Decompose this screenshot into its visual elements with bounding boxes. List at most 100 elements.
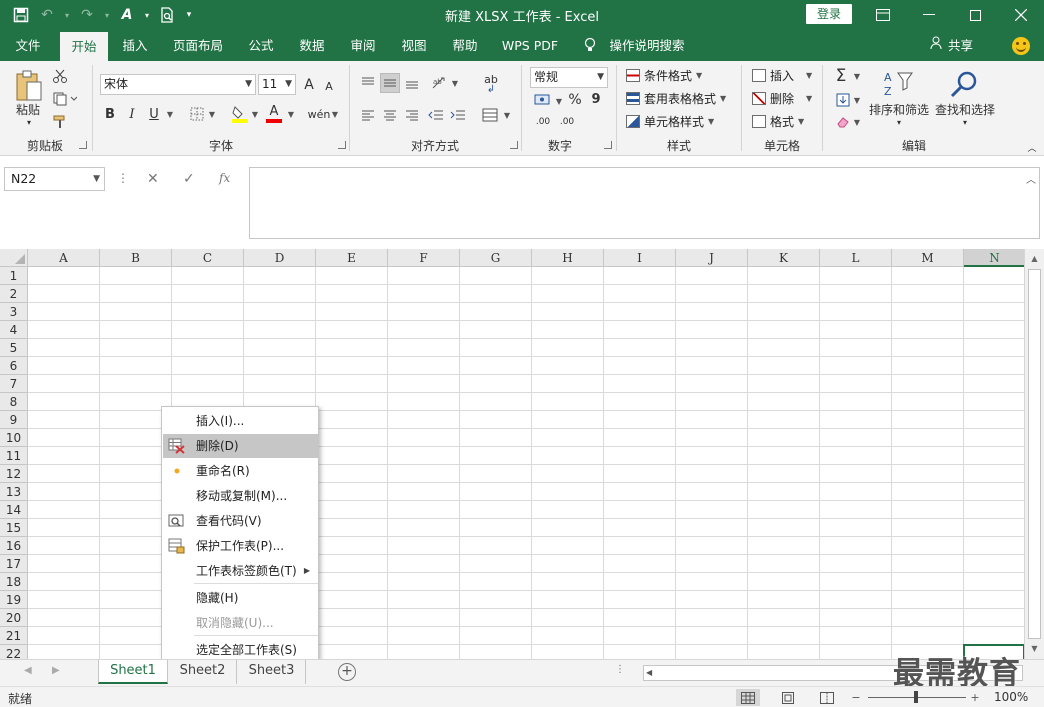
cell-styles-button[interactable]: 单元格样式 ▼: [626, 113, 714, 130]
sort-filter-icon[interactable]: AZ: [880, 67, 916, 101]
ribbon-display-options-icon[interactable]: [860, 0, 906, 30]
add-sheet-icon[interactable]: +: [338, 663, 356, 681]
comma-style-icon[interactable]: 9: [588, 91, 604, 107]
zoom-level[interactable]: 100%: [994, 690, 1028, 704]
tab-home[interactable]: 开始: [60, 32, 108, 61]
column-header-k[interactable]: K: [748, 249, 820, 267]
underline-button[interactable]: U: [145, 104, 163, 124]
tab-insert[interactable]: 插入: [114, 30, 156, 61]
scroll-up-icon[interactable]: ▲: [1025, 251, 1044, 267]
font-launcher-icon[interactable]: [338, 141, 346, 149]
sort-filter-label[interactable]: 排序和筛选: [866, 101, 932, 117]
row-header-18[interactable]: 18: [0, 573, 28, 591]
insert-cells-button[interactable]: 插入 ▼: [752, 67, 812, 84]
zoom-slider-thumb[interactable]: [914, 691, 918, 703]
tab-formulas[interactable]: 公式: [240, 30, 282, 61]
autosum-dropdown-icon[interactable]: ▼: [852, 70, 862, 82]
column-header-g[interactable]: G: [460, 249, 532, 267]
context-menu-item[interactable]: 查看代码(V): [163, 509, 318, 533]
font-color-icon[interactable]: A: [264, 103, 284, 125]
collapse-formula-bar-icon[interactable]: ︿: [1026, 171, 1036, 186]
zoom-out-button[interactable]: −: [849, 689, 863, 706]
align-right-icon[interactable]: [402, 106, 422, 124]
tab-help[interactable]: 帮助: [444, 30, 486, 61]
save-icon[interactable]: [10, 4, 32, 26]
insert-function-button[interactable]: fx: [219, 171, 230, 185]
alignment-launcher-icon[interactable]: [510, 141, 518, 149]
copy-icon[interactable]: [50, 90, 80, 108]
confirm-entry-icon[interactable]: ✓: [183, 171, 195, 187]
context-menu-item[interactable]: 移动或复制(M)...: [163, 484, 318, 508]
format-cells-button[interactable]: 格式 ▼: [752, 113, 804, 130]
paste-dropdown-icon[interactable]: ▾: [24, 117, 34, 127]
merge-dropdown-icon[interactable]: ▼: [502, 109, 512, 121]
find-select-icon[interactable]: [946, 67, 982, 101]
column-header-j[interactable]: J: [676, 249, 748, 267]
scroll-down-icon[interactable]: ▼: [1025, 641, 1044, 657]
conditional-formatting-button[interactable]: 条件格式 ▼: [626, 67, 702, 84]
context-menu-item[interactable]: 保护工作表(P)...: [163, 534, 318, 558]
percent-style-icon[interactable]: %: [566, 91, 584, 109]
collapse-ribbon-icon[interactable]: ︿: [1024, 141, 1040, 154]
merge-center-icon[interactable]: [480, 105, 500, 125]
font-color-quick-icon[interactable]: A: [116, 4, 138, 26]
row-header-5[interactable]: 5: [0, 339, 28, 357]
undo-icon[interactable]: ↶: [36, 4, 58, 26]
phonetic-guide-icon[interactable]: wén: [308, 104, 331, 124]
borders-dropdown-icon[interactable]: ▼: [207, 108, 217, 120]
shrink-font-icon[interactable]: A: [320, 77, 338, 95]
select-all-button[interactable]: [0, 249, 28, 267]
tab-data[interactable]: 数据: [291, 30, 333, 61]
phonetic-dropdown-icon[interactable]: ▼: [330, 108, 340, 120]
column-header-d[interactable]: D: [244, 249, 316, 267]
row-header-16[interactable]: 16: [0, 537, 28, 555]
column-header-a[interactable]: A: [28, 249, 100, 267]
tab-view[interactable]: 视图: [393, 30, 435, 61]
currency-format-icon[interactable]: [532, 91, 554, 109]
decrease-decimal-icon[interactable]: .00: [556, 113, 578, 131]
underline-dropdown-icon[interactable]: ▼: [165, 108, 175, 120]
column-header-i[interactable]: I: [604, 249, 676, 267]
row-header-21[interactable]: 21: [0, 627, 28, 645]
row-header-12[interactable]: 12: [0, 465, 28, 483]
row-header-9[interactable]: 9: [0, 411, 28, 429]
grow-font-icon[interactable]: A: [300, 75, 318, 95]
column-header-e[interactable]: E: [316, 249, 388, 267]
format-as-table-button[interactable]: 套用表格格式 ▼: [626, 90, 726, 107]
clipboard-launcher-icon[interactable]: [79, 141, 87, 149]
increase-decimal-icon[interactable]: .00: [532, 113, 554, 131]
column-header-b[interactable]: B: [100, 249, 172, 267]
sort-filter-dropdown-icon[interactable]: ▾: [894, 117, 904, 127]
page-layout-view-icon[interactable]: [776, 689, 800, 706]
context-menu-item[interactable]: 插入(I)...: [163, 409, 318, 433]
row-header-7[interactable]: 7: [0, 375, 28, 393]
row-header-13[interactable]: 13: [0, 483, 28, 501]
sheet-tab-sheet1[interactable]: Sheet1: [98, 660, 168, 684]
row-header-4[interactable]: 4: [0, 321, 28, 339]
page-break-preview-icon[interactable]: [815, 689, 839, 706]
zoom-in-button[interactable]: +: [968, 689, 982, 706]
number-launcher-icon[interactable]: [604, 141, 612, 149]
row-header-3[interactable]: 3: [0, 303, 28, 321]
font-size-select[interactable]: 11 ▼: [258, 74, 296, 95]
formula-input[interactable]: [249, 167, 1040, 239]
next-sheet-icon[interactable]: ▶: [52, 665, 60, 676]
tab-file[interactable]: 文件: [6, 30, 50, 61]
font-name-select[interactable]: 宋体 ▼: [100, 74, 256, 95]
share-button[interactable]: 共享: [930, 30, 973, 61]
column-header-f[interactable]: F: [388, 249, 460, 267]
redo-icon[interactable]: ↷: [76, 4, 98, 26]
context-menu-item[interactable]: 工作表标签颜色(T) ▶: [163, 559, 318, 583]
autosum-icon[interactable]: Σ: [832, 65, 850, 87]
undo-dropdown-icon[interactable]: ▾: [62, 4, 72, 26]
minimize-icon[interactable]: [906, 0, 952, 30]
fill-color-icon[interactable]: [230, 103, 250, 125]
paste-button[interactable]: 粘贴: [8, 101, 48, 117]
row-header-11[interactable]: 11: [0, 447, 28, 465]
align-left-icon[interactable]: [358, 106, 378, 124]
align-center-icon[interactable]: [380, 106, 400, 124]
orientation-dropdown-icon[interactable]: ▼: [450, 77, 460, 89]
number-format-select[interactable]: 常规 ▼: [530, 67, 608, 88]
wrap-text-icon[interactable]: ab ↲: [480, 73, 502, 95]
prev-sheet-icon[interactable]: ◀: [24, 665, 32, 676]
